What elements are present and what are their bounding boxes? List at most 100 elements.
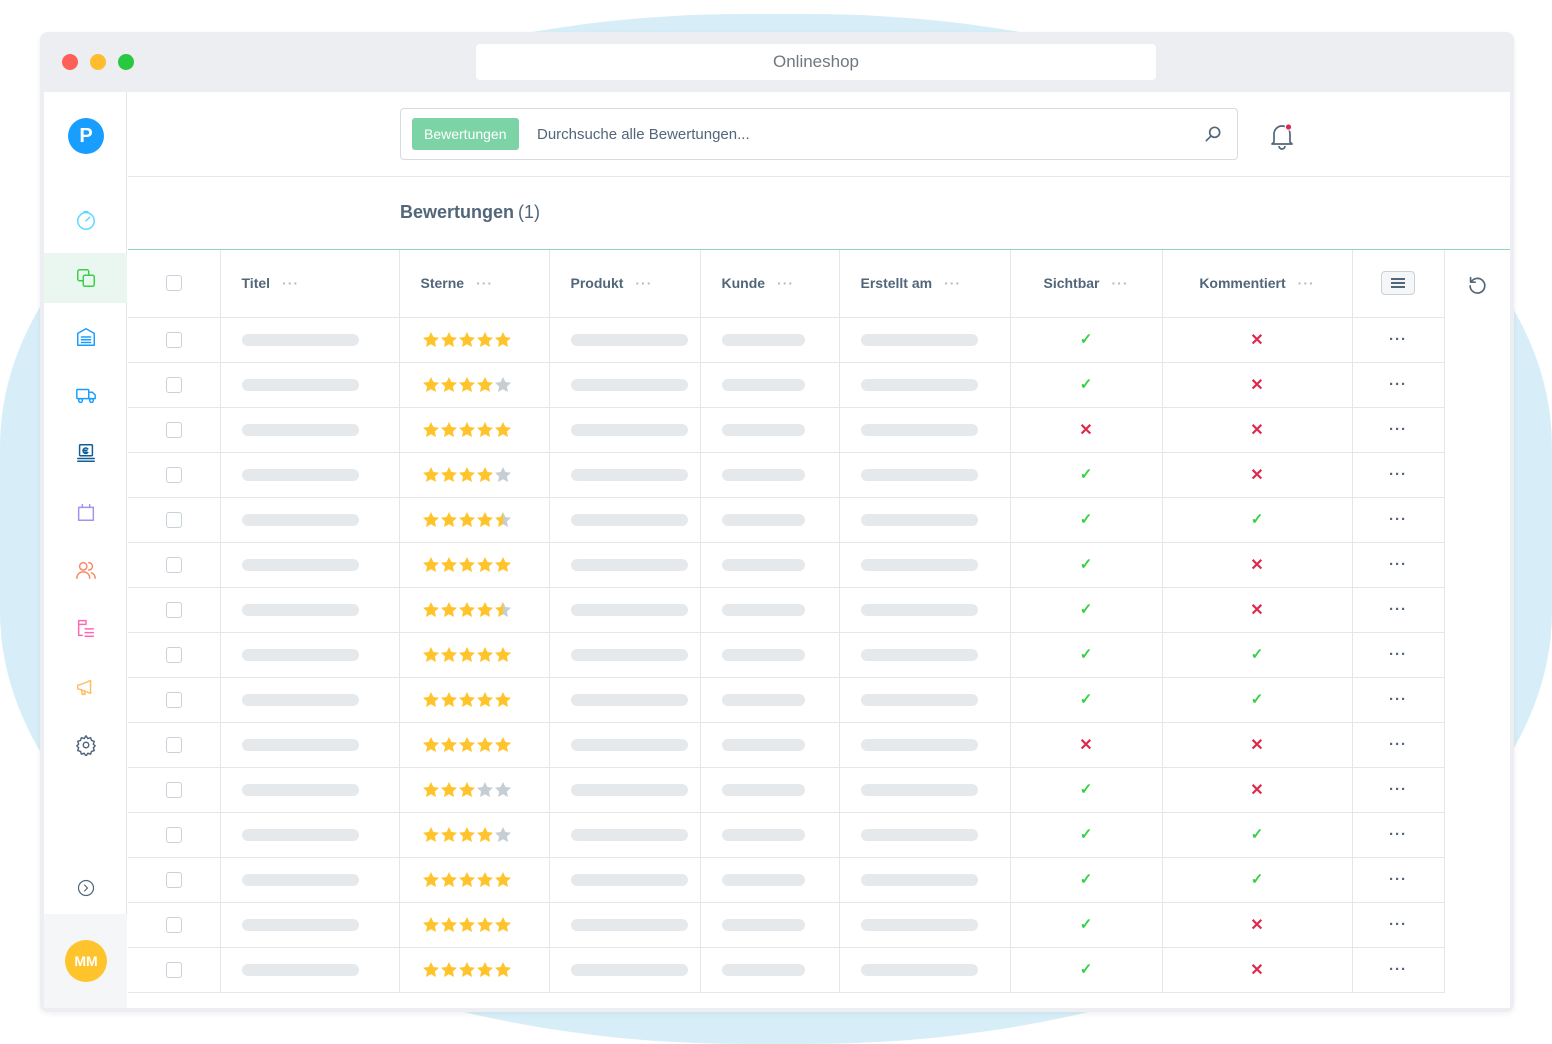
reload-icon[interactable] <box>1466 273 1488 295</box>
column-header-sterne[interactable]: Sterne ··· <box>399 250 550 318</box>
row-checkbox[interactable] <box>165 556 182 573</box>
loading-placeholder <box>721 918 805 931</box>
row-actions-icon[interactable]: ··· <box>1389 916 1407 933</box>
table-row[interactable]: ✓ ✓ ··· <box>128 677 1445 723</box>
column-menu-icon[interactable]: ··· <box>635 275 652 291</box>
sterne-cell <box>399 497 550 543</box>
close-window-button[interactable] <box>62 54 78 70</box>
star-icon <box>458 376 476 393</box>
marketing-icon[interactable] <box>44 662 127 712</box>
row-actions-icon[interactable]: ··· <box>1389 511 1407 528</box>
column-menu-icon[interactable]: ··· <box>944 275 961 291</box>
row-checkbox[interactable] <box>165 691 182 708</box>
column-menu-icon[interactable]: ··· <box>777 275 794 291</box>
column-header-sichtbar[interactable]: Sichtbar ··· <box>1010 250 1163 318</box>
row-checkbox[interactable] <box>165 781 182 798</box>
loading-placeholder <box>721 468 805 481</box>
row-checkbox[interactable] <box>165 376 182 393</box>
row-checkbox[interactable] <box>165 961 182 978</box>
logo-icon[interactable]: P <box>68 118 104 154</box>
column-header-kommentiert[interactable]: Kommentiert ··· <box>1162 250 1353 318</box>
search-type-chip[interactable]: Bewertungen <box>412 118 519 150</box>
table-row[interactable]: ✓ ✓ ··· <box>128 497 1445 543</box>
customers-icon[interactable] <box>44 545 127 595</box>
address-bar[interactable]: Onlineshop <box>476 44 1156 80</box>
row-actions-icon[interactable]: ··· <box>1389 826 1407 843</box>
kunde-cell <box>700 542 840 588</box>
table-row[interactable]: ✕ ✕ ··· <box>128 407 1445 453</box>
notification-bell-icon[interactable] <box>1268 122 1296 150</box>
row-actions-icon[interactable]: ··· <box>1389 871 1407 888</box>
table-row[interactable]: ✓ ✕ ··· <box>128 587 1445 633</box>
row-actions-icon[interactable]: ··· <box>1389 421 1407 438</box>
table-row[interactable]: ✓ ✕ ··· <box>128 317 1445 363</box>
row-actions-icon[interactable]: ··· <box>1389 646 1407 663</box>
column-header-titel[interactable]: Titel ··· <box>220 250 400 318</box>
check-icon: ✓ <box>1079 646 1093 663</box>
row-actions-icon[interactable]: ··· <box>1389 601 1407 618</box>
titel-cell <box>220 947 400 993</box>
star-icon <box>476 916 494 933</box>
search-icon[interactable] <box>1203 124 1223 144</box>
table-row[interactable]: ✓ ✕ ··· <box>128 362 1445 408</box>
star-rating <box>422 556 549 573</box>
row-checkbox[interactable] <box>165 511 182 528</box>
table-row[interactable]: ✓ ✕ ··· <box>128 767 1445 813</box>
payment-icon[interactable] <box>44 428 127 478</box>
row-checkbox[interactable] <box>165 916 182 933</box>
select-all-checkbox[interactable] <box>165 275 182 292</box>
row-actions-icon[interactable]: ··· <box>1389 691 1407 708</box>
kommentiert-cell: ✓ <box>1162 812 1353 858</box>
table-row[interactable]: ✓ ✕ ··· <box>128 452 1445 498</box>
row-checkbox[interactable] <box>165 601 182 618</box>
shipping-icon[interactable] <box>44 370 127 420</box>
table-row[interactable]: ✓ ✓ ··· <box>128 632 1445 678</box>
column-header-erstellt-am[interactable]: Erstellt am ··· <box>839 250 1011 318</box>
dashboard-icon[interactable] <box>44 195 127 245</box>
produkt-cell <box>549 407 701 453</box>
column-header-produkt[interactable]: Produkt ··· <box>549 250 701 318</box>
row-actions-icon[interactable]: ··· <box>1389 736 1407 753</box>
minimize-window-button[interactable] <box>90 54 106 70</box>
maximize-window-button[interactable] <box>118 54 134 70</box>
row-checkbox[interactable] <box>165 421 182 438</box>
table-row[interactable]: ✓ ✓ ··· <box>128 812 1445 858</box>
row-checkbox[interactable] <box>165 646 182 663</box>
search-input[interactable] <box>537 119 1157 149</box>
table-row[interactable]: ✓ ✓ ··· <box>128 857 1445 903</box>
table-row[interactable]: ✓ ✕ ··· <box>128 542 1445 588</box>
column-menu-icon[interactable]: ··· <box>282 275 299 291</box>
table-row[interactable]: ✕ ✕ ··· <box>128 722 1445 768</box>
catalogues-icon[interactable] <box>44 253 127 303</box>
warehouse-icon[interactable] <box>44 312 127 362</box>
produkt-cell <box>549 587 701 633</box>
row-actions-icon[interactable]: ··· <box>1389 781 1407 798</box>
settings-icon[interactable] <box>44 720 127 770</box>
column-header-kunde[interactable]: Kunde ··· <box>700 250 840 318</box>
column-menu-icon[interactable]: ··· <box>476 275 493 291</box>
row-actions-icon[interactable]: ··· <box>1389 961 1407 978</box>
row-checkbox[interactable] <box>165 466 182 483</box>
column-settings-button[interactable] <box>1381 271 1415 296</box>
content-icon[interactable] <box>44 603 127 653</box>
row-checkbox[interactable] <box>165 736 182 753</box>
column-menu-icon[interactable]: ··· <box>1298 275 1315 291</box>
row-actions-icon[interactable]: ··· <box>1389 466 1407 483</box>
user-avatar[interactable]: MM <box>65 940 107 982</box>
row-actions-icon[interactable]: ··· <box>1389 331 1407 348</box>
row-checkbox[interactable] <box>165 331 182 348</box>
column-menu-icon[interactable]: ··· <box>1112 275 1129 291</box>
star-icon <box>458 691 476 708</box>
row-select-cell <box>128 767 221 813</box>
row-actions-icon[interactable]: ··· <box>1389 376 1407 393</box>
row-checkbox[interactable] <box>165 826 182 843</box>
cross-icon: ✕ <box>1250 916 1264 934</box>
kommentiert-cell: ✕ <box>1162 722 1353 768</box>
check-icon: ✓ <box>1079 916 1093 933</box>
orders-icon[interactable] <box>44 487 127 537</box>
row-actions-icon[interactable]: ··· <box>1389 556 1407 573</box>
table-row[interactable]: ✓ ✕ ··· <box>128 947 1445 993</box>
chevron-right-icon[interactable] <box>44 863 127 913</box>
table-row[interactable]: ✓ ✕ ··· <box>128 902 1445 948</box>
row-checkbox[interactable] <box>165 871 182 888</box>
